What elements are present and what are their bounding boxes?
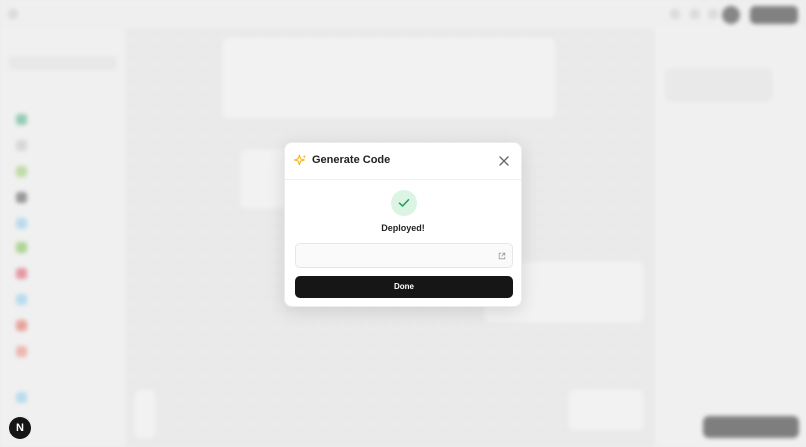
dialog-header: Generate Code [285, 143, 521, 180]
app-logo: N [9, 417, 31, 439]
check-icon [398, 199, 410, 207]
sparkle-icon [294, 154, 306, 166]
dialog-title: Generate Code [312, 154, 391, 166]
done-button[interactable]: Done [295, 276, 513, 298]
deploy-status: Deployed! [381, 223, 425, 233]
external-link-icon[interactable] [498, 252, 506, 260]
close-icon[interactable] [497, 154, 511, 168]
deployment-url-field[interactable] [295, 243, 513, 268]
generate-code-dialog: Generate Code Deployed! Done [284, 142, 522, 307]
success-indicator [391, 190, 417, 216]
